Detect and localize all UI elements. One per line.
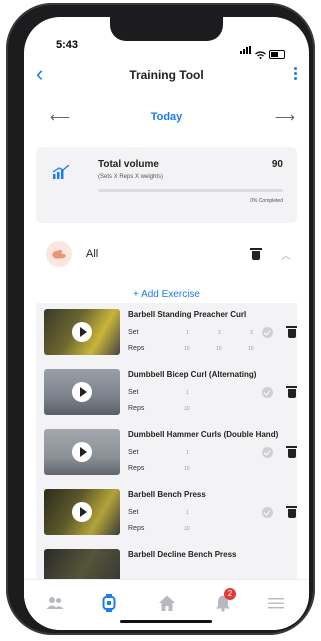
exercise-video-thumbnail[interactable]: [44, 309, 120, 355]
status-time: 5:43: [56, 39, 79, 51]
exercise-name: Barbell Bench Press: [128, 490, 206, 499]
people-icon[interactable]: [46, 594, 64, 612]
menu-icon[interactable]: [267, 594, 285, 612]
exercise-name: Barbell Decline Bench Press: [128, 550, 237, 559]
exercise-row: Dumbbell Bicep Curl (Alternating) Set Re…: [36, 363, 297, 423]
reps-value[interactable]: 10: [216, 346, 222, 352]
complete-check-icon[interactable]: [262, 387, 273, 398]
notch: [110, 17, 223, 41]
set-number[interactable]: 1: [186, 390, 189, 396]
exercise-video-thumbnail[interactable]: [44, 549, 120, 579]
reps-value[interactable]: 10: [184, 466, 190, 472]
play-icon[interactable]: [72, 322, 92, 342]
delete-exercise-trash-icon[interactable]: [286, 326, 297, 338]
exercise-row: Barbell Decline Bench Press: [36, 543, 297, 579]
more-options-icon[interactable]: [294, 67, 297, 80]
reps-label: Reps: [128, 345, 145, 352]
complete-check-icon[interactable]: [262, 327, 273, 338]
set-label: Set: [128, 509, 139, 516]
wifi-icon: [255, 51, 266, 59]
set-number[interactable]: 3: [250, 330, 253, 336]
exercise-video-thumbnail[interactable]: [44, 369, 120, 415]
exercise-row: Barbell Standing Preacher Curl Set Reps …: [36, 303, 297, 363]
set-number[interactable]: 1: [186, 450, 189, 456]
notifications-tab[interactable]: 2: [214, 588, 236, 612]
status-icons: [240, 41, 285, 59]
reps-value[interactable]: 10: [248, 346, 254, 352]
delete-group-trash-icon[interactable]: [250, 248, 262, 260]
battery-icon: [269, 50, 285, 59]
nav-bar: ‹ Training Tool: [24, 63, 309, 89]
delete-exercise-trash-icon[interactable]: [286, 446, 297, 458]
play-icon[interactable]: [72, 502, 92, 522]
reps-value[interactable]: 10: [184, 526, 190, 532]
next-day-arrow-icon[interactable]: ⟶: [275, 109, 295, 126]
biceps-icon: [46, 241, 72, 267]
set-number[interactable]: 1: [186, 510, 189, 516]
exercise-name: Dumbbell Bicep Curl (Alternating): [128, 370, 257, 379]
play-icon[interactable]: [72, 382, 92, 402]
set-label: Set: [128, 389, 139, 396]
collapse-chevron-icon[interactable]: ︿: [281, 247, 291, 262]
exercise-row: Dumbbell Hammer Curls (Double Hand) Set …: [36, 423, 297, 483]
app-screen: 5:43 ‹ Training Tool ⟵ Today ⟶ Total vol…: [24, 17, 309, 630]
signal-icon: [240, 41, 252, 59]
phone-frame: 5:43 ‹ Training Tool ⟵ Today ⟶ Total vol…: [6, 3, 315, 635]
set-number[interactable]: 1: [186, 330, 189, 336]
delete-exercise-trash-icon[interactable]: [286, 386, 297, 398]
home-indicator: [120, 620, 212, 623]
watch-icon[interactable]: [100, 594, 118, 612]
complete-check-icon[interactable]: [262, 447, 273, 458]
muscle-group-header[interactable]: All ︿: [36, 237, 297, 273]
volume-progress-bar: [98, 189, 283, 192]
play-icon[interactable]: [72, 442, 92, 462]
reps-label: Reps: [128, 405, 145, 412]
chart-trend-icon: [52, 165, 70, 179]
reps-label: Reps: [128, 465, 145, 472]
exercise-name: Barbell Standing Preacher Curl: [128, 310, 247, 319]
reps-value[interactable]: 10: [184, 406, 190, 412]
exercise-video-thumbnail[interactable]: [44, 429, 120, 475]
page-title: Training Tool: [129, 68, 204, 82]
volume-progress-label: 0% Completed: [250, 198, 283, 204]
volume-title: Total volume: [98, 159, 159, 170]
complete-check-icon[interactable]: [262, 507, 273, 518]
muscle-group-label: All: [86, 248, 99, 260]
volume-subtitle: (Sets X Reps X weights): [98, 174, 164, 180]
reps-value[interactable]: 10: [184, 346, 190, 352]
current-day-label[interactable]: Today: [24, 111, 309, 123]
set-label: Set: [128, 329, 139, 336]
exercise-list: Barbell Standing Preacher Curl Set Reps …: [36, 303, 297, 579]
total-volume-card: Total volume (Sets X Reps X weights) 90 …: [36, 147, 297, 223]
reps-label: Reps: [128, 525, 145, 532]
day-navigator: ⟵ Today ⟶: [24, 109, 309, 129]
exercise-name: Dumbbell Hammer Curls (Double Hand): [128, 430, 279, 439]
exercise-video-thumbnail[interactable]: [44, 489, 120, 535]
set-number[interactable]: 2: [218, 330, 221, 336]
home-icon[interactable]: [158, 594, 176, 612]
delete-exercise-trash-icon[interactable]: [286, 506, 297, 518]
set-label: Set: [128, 449, 139, 456]
volume-value: 90: [271, 159, 283, 170]
tab-bar: 2: [24, 579, 309, 630]
exercise-row: Barbell Bench Press Set Reps 1 10: [36, 483, 297, 543]
add-exercise-button[interactable]: + Add Exercise: [24, 289, 309, 300]
notification-badge: 2: [224, 588, 236, 600]
